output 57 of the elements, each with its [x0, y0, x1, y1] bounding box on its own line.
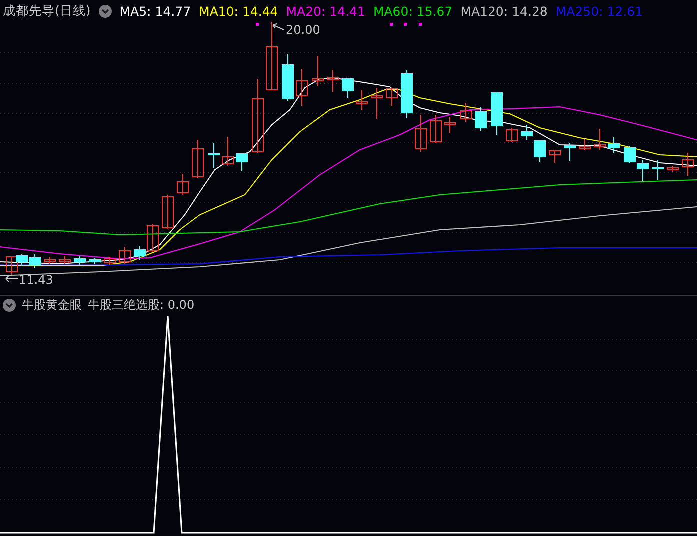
candle [208, 142, 220, 168]
candle [491, 92, 503, 136]
candle [177, 174, 189, 196]
candle [624, 146, 636, 164]
candle [356, 90, 368, 110]
moving-average-legend: MA250: 12.61 [556, 4, 644, 18]
candle [564, 142, 576, 162]
candle [637, 160, 649, 182]
candle [415, 114, 427, 152]
moving-average-legend: MA60: 15.67 [373, 4, 453, 18]
candle [475, 106, 487, 132]
dropdown-icon[interactable] [3, 298, 16, 312]
low-pointer-icon [6, 276, 18, 282]
candle [534, 140, 546, 162]
candle [29, 254, 41, 268]
candle [162, 194, 174, 230]
candle [652, 160, 664, 180]
candle [342, 78, 354, 98]
moving-average-legend: MA5: 14.77 [120, 4, 192, 18]
candle [608, 136, 620, 154]
candle [460, 102, 472, 122]
candle [549, 150, 561, 164]
candle [506, 128, 518, 142]
dropdown-icon[interactable] [98, 4, 112, 18]
candle [236, 154, 248, 172]
candle [192, 140, 204, 178]
candle [296, 68, 308, 106]
candle [401, 70, 413, 118]
candle [521, 124, 533, 140]
moving-average-legend: MA20: 14.41 [286, 4, 366, 18]
candle [444, 116, 456, 134]
high-price-label: 20.00 [286, 23, 320, 37]
candle [119, 246, 131, 264]
candle [74, 256, 86, 266]
candle [594, 128, 606, 150]
indicator-reading: 牛股三绝选股: 0.00 [88, 296, 195, 314]
candle [430, 114, 442, 144]
candle [371, 88, 383, 120]
candle [682, 152, 694, 176]
candle [104, 256, 116, 266]
candle [44, 256, 56, 264]
moving-average-legend: MA10: 14.44 [199, 4, 278, 18]
candle [282, 54, 294, 102]
moving-average-legend: MA120: 14.28 [460, 4, 548, 18]
candle [327, 70, 339, 92]
low-price-label: 11.43 [19, 273, 54, 287]
stock-title: 成都先导(日线) [3, 2, 91, 20]
candle [59, 256, 71, 264]
indicator-name: 牛股黄金眼 [22, 296, 82, 314]
candle [312, 56, 324, 86]
candle [222, 136, 234, 166]
candle [667, 166, 679, 172]
candle [579, 138, 591, 150]
candle [386, 88, 398, 106]
candle [266, 22, 278, 90]
candle [89, 258, 101, 264]
high-pointer-icon [272, 24, 284, 30]
